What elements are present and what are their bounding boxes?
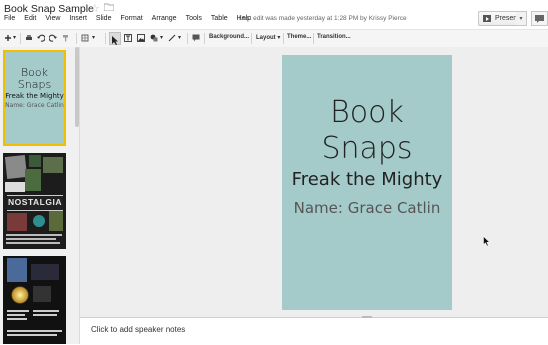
- thumb-photo: [49, 211, 63, 231]
- last-edit-status[interactable]: Last edit was made yesterday at 1:28 PM …: [239, 15, 407, 22]
- slide-subtitle[interactable]: Freak the Mighty: [282, 169, 452, 190]
- thumb-photo: [11, 286, 29, 304]
- speaker-notes-placeholder[interactable]: Click to add speaker notes: [91, 325, 185, 334]
- thumb-photo: [7, 258, 27, 282]
- undo-icon[interactable]: [37, 34, 45, 42]
- thumb-text-line: [7, 318, 27, 320]
- thumb-text-line: [7, 334, 57, 336]
- slide-thumbnail-3[interactable]: [3, 256, 66, 344]
- select-tool-button[interactable]: [109, 32, 121, 45]
- comment-add-icon[interactable]: [192, 34, 200, 42]
- toolbar-divider: [204, 33, 205, 44]
- toolbar: ▾ ▾ ▾ ▾ Background... Layout ▾ Theme... …: [0, 29, 548, 48]
- image-icon[interactable]: [137, 34, 145, 42]
- zoom-dropdown-icon[interactable]: ▾: [92, 34, 95, 41]
- thumb-name: Name: Grace Catlin: [5, 102, 64, 109]
- menu-slide[interactable]: Slide: [96, 15, 112, 26]
- document-title[interactable]: Book Snap Sample: [4, 3, 94, 15]
- slide-title-line2: Snaps: [321, 131, 413, 166]
- new-slide-icon[interactable]: [4, 34, 12, 42]
- menu-file[interactable]: File: [4, 15, 15, 26]
- slide-title[interactable]: Book Snaps: [282, 95, 452, 167]
- filmstrip-scrollbar[interactable]: [75, 47, 79, 127]
- shape-dropdown-icon[interactable]: ▾: [160, 34, 163, 41]
- theme-button[interactable]: Theme...: [287, 34, 311, 40]
- folder-icon[interactable]: [104, 3, 114, 11]
- menu-view[interactable]: View: [45, 15, 60, 26]
- slide-thumbnail-1[interactable]: Book Snaps Freak the Mighty Name: Grace …: [3, 50, 66, 146]
- thumb-text-line: [6, 234, 62, 236]
- thumb-photo: [33, 215, 45, 227]
- zoom-fit-icon[interactable]: [81, 34, 89, 42]
- slide[interactable]: Book Snaps Freak the Mighty Name: Grace …: [282, 55, 452, 310]
- thumb-banner: NOSTALGIA: [7, 195, 63, 211]
- menu-insert[interactable]: Insert: [69, 15, 87, 26]
- transition-button[interactable]: Transition...: [317, 34, 351, 40]
- thumb-subtitle: Freak the Mighty: [5, 92, 64, 100]
- thumb-title-line2: Snaps: [17, 78, 52, 91]
- mouse-cursor-icon: [483, 236, 491, 247]
- thumb-text-line: [33, 310, 59, 312]
- thumb-photo: [43, 157, 63, 173]
- toolbar-divider: [251, 33, 252, 44]
- toolbar-divider: [313, 33, 314, 44]
- thumb-photo: [7, 213, 27, 231]
- line-icon[interactable]: [168, 34, 176, 42]
- thumb-text-line: [6, 238, 56, 240]
- thumb-text-line: [7, 330, 62, 332]
- thumb-text-line: [7, 310, 29, 312]
- thumb-photo: [33, 286, 51, 302]
- menu-arrange[interactable]: Arrange: [152, 15, 177, 26]
- menu-table[interactable]: Table: [211, 15, 228, 26]
- menu-edit[interactable]: Edit: [24, 15, 36, 26]
- text-box-icon[interactable]: [124, 34, 132, 42]
- chevron-down-icon: ▾: [275, 35, 281, 41]
- menu-format[interactable]: Format: [120, 15, 142, 26]
- new-slide-dropdown-icon[interactable]: ▾: [13, 34, 16, 41]
- thumb-text-line: [7, 314, 25, 316]
- shape-icon[interactable]: [150, 34, 158, 42]
- redo-icon[interactable]: [49, 34, 57, 42]
- background-button[interactable]: Background...: [209, 34, 249, 40]
- comment-icon: [535, 15, 544, 23]
- star-icon[interactable]: ☆: [90, 2, 100, 15]
- thumb-photo: [25, 169, 41, 191]
- line-dropdown-icon[interactable]: ▾: [178, 34, 181, 41]
- print-icon[interactable]: [25, 34, 33, 42]
- slide-thumbnail-2[interactable]: NOSTALGIA: [3, 153, 66, 249]
- thumb-photo: [4, 155, 28, 179]
- layout-label: Layout: [256, 35, 276, 41]
- toolbar-divider: [20, 33, 21, 44]
- slide-title-line1: Book: [330, 95, 404, 130]
- thumb-photo: [5, 182, 25, 192]
- thumb-text-line: [33, 314, 57, 316]
- menu-tools[interactable]: Tools: [186, 15, 202, 26]
- toolbar-divider: [105, 33, 106, 44]
- slide-author-name[interactable]: Name: Grace Catlin: [282, 199, 452, 217]
- thumb-photo: [29, 155, 41, 167]
- present-dropdown-button[interactable]: ▾: [516, 11, 527, 26]
- layout-button[interactable]: Layout ▾: [256, 34, 280, 41]
- comments-button[interactable]: [531, 11, 548, 26]
- notes-resize-handle[interactable]: [362, 316, 372, 318]
- menu-bar: File Edit View Insert Slide Format Arran…: [4, 15, 260, 26]
- toolbar-divider: [187, 33, 188, 44]
- toolbar-divider: [76, 33, 77, 44]
- thumb-text-line: [6, 242, 60, 244]
- cursor-arrow-icon: [112, 36, 118, 45]
- toolbar-divider: [283, 33, 284, 44]
- thumb-photo: [31, 264, 59, 280]
- paint-format-icon[interactable]: [62, 34, 70, 42]
- play-icon: [483, 15, 491, 22]
